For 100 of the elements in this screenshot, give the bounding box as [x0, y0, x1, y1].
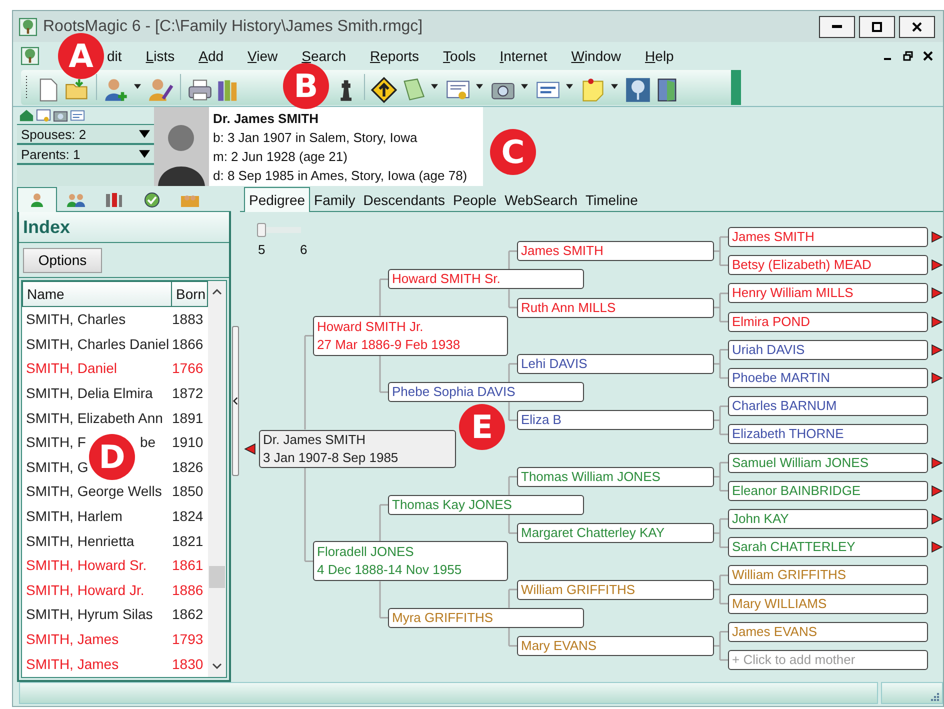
- person-box[interactable]: Betsy (Elizabeth) MEAD: [728, 255, 928, 276]
- card-icon[interactable]: [70, 108, 85, 123]
- house-icon[interactable]: [19, 108, 34, 123]
- menu-item[interactable]: Tools: [443, 48, 476, 64]
- caret-icon[interactable]: [521, 84, 528, 89]
- resize-grip-icon[interactable]: [929, 691, 939, 701]
- person-box[interactable]: William GRIFFITHS: [517, 580, 714, 600]
- born-cell[interactable]: 1886: [172, 582, 208, 598]
- slider-thumb[interactable]: [257, 223, 266, 237]
- scrollbar[interactable]: [208, 281, 226, 677]
- options-button[interactable]: Options: [23, 248, 102, 272]
- name-cell[interactable]: SMITH, F: [26, 434, 86, 450]
- person-box[interactable]: Uriah DAVIS: [728, 340, 928, 360]
- name-cell-fragment[interactable]: be: [140, 434, 156, 450]
- close-icon[interactable]: [923, 51, 933, 61]
- name-cell[interactable]: SMITH, Hyrum Silas: [26, 606, 153, 622]
- view-tab[interactable]: People: [449, 189, 501, 211]
- name-cell[interactable]: SMITH, James: [26, 656, 119, 672]
- menu-item[interactable]: Window: [571, 48, 622, 64]
- tree-app-icon[interactable]: [21, 47, 39, 65]
- person-box[interactable]: Floradell JONES 4 Dec 1888-14 Nov 1955: [313, 541, 508, 582]
- person-box[interactable]: Thomas Kay JONES: [388, 494, 584, 515]
- menu-item[interactable]: Help: [645, 48, 674, 64]
- born-cell[interactable]: 1766: [172, 360, 208, 376]
- name-cell[interactable]: SMITH, Delia Elmira: [26, 385, 153, 402]
- name-cell[interactable]: SMITH, Howard Sr.: [26, 557, 147, 574]
- edit-person-icon[interactable]: [148, 77, 174, 103]
- name-cell[interactable]: SMITH, Harlem: [26, 508, 122, 524]
- generations-slider[interactable]: [257, 223, 301, 237]
- person-box[interactable]: Samuel William JONES: [728, 452, 928, 473]
- dropdown[interactable]: Spouses: 2: [17, 125, 154, 145]
- person-box[interactable]: Ruth Ann MILLS: [517, 298, 714, 318]
- add-person-icon[interactable]: [103, 77, 129, 103]
- name-cell[interactable]: SMITH, G: [26, 458, 88, 475]
- view-tab[interactable]: Timeline: [582, 189, 642, 211]
- person-box[interactable]: James SMITH: [517, 241, 714, 262]
- column-header[interactable]: Name: [23, 282, 172, 306]
- name-cell[interactable]: SMITH, Henrietta: [26, 532, 134, 549]
- person-box[interactable]: Elizabeth THORNE: [728, 424, 928, 444]
- person-box[interactable]: Eleanor BAINBRIDGE: [728, 480, 928, 501]
- restore-icon[interactable]: [903, 51, 913, 61]
- printer-icon[interactable]: [187, 77, 213, 103]
- born-cell[interactable]: 1891: [172, 410, 208, 426]
- arrow-right-icon[interactable]: [931, 287, 943, 300]
- person-box[interactable]: James SMITH: [728, 227, 928, 247]
- arrow-right-icon[interactable]: [931, 316, 943, 328]
- caret-icon[interactable]: [566, 84, 573, 89]
- tree-icon[interactable]: [625, 77, 651, 103]
- caret-icon[interactable]: [611, 84, 618, 89]
- born-cell[interactable]: 1861: [172, 557, 208, 574]
- name-cell[interactable]: SMITH, Howard Jr.: [26, 582, 144, 598]
- menu-item[interactable]: Lists: [146, 48, 175, 64]
- person-box[interactable]: Mary EVANS: [517, 636, 714, 656]
- born-cell[interactable]: 1824: [172, 508, 208, 524]
- view-tab[interactable]: WebSearch: [500, 189, 582, 211]
- name-cell[interactable]: SMITH, James: [26, 631, 119, 648]
- maximize-button[interactable]: [859, 16, 895, 38]
- arrow-right-icon[interactable]: [931, 231, 943, 243]
- menu-item[interactable]: View: [248, 48, 278, 64]
- person-box[interactable]: Elmira POND: [728, 312, 928, 332]
- person-box[interactable]: Charles BARNUM: [728, 396, 928, 416]
- person-box[interactable]: Henry William MILLS: [728, 283, 928, 304]
- menu-item[interactable]: Reports: [370, 48, 420, 64]
- person-box[interactable]: William GRIFFITHS: [728, 565, 928, 586]
- view-tab[interactable]: Pedigree: [244, 187, 310, 212]
- arrow-right-icon[interactable]: [931, 484, 943, 497]
- person-box[interactable]: John KAY: [728, 509, 928, 529]
- arrow-right-icon[interactable]: [931, 372, 943, 384]
- menu-item[interactable]: Add: [198, 48, 224, 64]
- person-box[interactable]: Howard SMITH Sr.: [388, 269, 584, 290]
- arrow-right-icon[interactable]: [931, 344, 943, 356]
- born-cell[interactable]: 1910: [172, 434, 208, 450]
- born-cell[interactable]: 1862: [172, 606, 208, 622]
- person-box[interactable]: Phoebe MARTIN: [728, 368, 928, 388]
- born-cell[interactable]: 1866: [172, 336, 208, 352]
- arrow-right-icon[interactable]: [931, 259, 943, 272]
- sticky-note-icon[interactable]: [580, 77, 606, 103]
- arrow-left-icon[interactable]: [244, 442, 256, 454]
- name-cell[interactable]: SMITH, Daniel: [26, 360, 118, 376]
- collapse-handle[interactable]: [232, 326, 239, 476]
- arrow-right-icon[interactable]: [931, 456, 943, 469]
- person-box[interactable]: Lehi DAVIS: [517, 354, 714, 374]
- person-box[interactable]: Margaret Chatterley KAY: [517, 523, 714, 544]
- caret-icon[interactable]: [134, 84, 141, 89]
- name-cell[interactable]: SMITH, George Wells: [26, 483, 162, 500]
- person-box[interactable]: Myra GRIFFITHS: [388, 608, 584, 628]
- person-box[interactable]: Eliza B: [517, 410, 714, 430]
- view-tab[interactable]: Family: [310, 189, 360, 211]
- view-tab[interactable]: Descendants: [359, 189, 449, 211]
- person-box[interactable]: Mary WILLIAMS: [728, 594, 928, 614]
- scroll-down-icon[interactable]: [212, 663, 222, 669]
- person-box[interactable]: Thomas William JONES: [517, 466, 714, 487]
- person-box[interactable]: James EVANS: [728, 622, 928, 642]
- certificate-icon[interactable]: [36, 108, 51, 123]
- born-cell[interactable]: 1821: [172, 532, 208, 549]
- menu-item[interactable]: Search: [302, 48, 346, 64]
- born-cell[interactable]: 1872: [172, 385, 208, 402]
- person-box[interactable]: Sarah CHATTERLEY: [728, 537, 928, 558]
- born-cell[interactable]: 1830: [172, 656, 208, 672]
- caret-icon[interactable]: [431, 84, 438, 89]
